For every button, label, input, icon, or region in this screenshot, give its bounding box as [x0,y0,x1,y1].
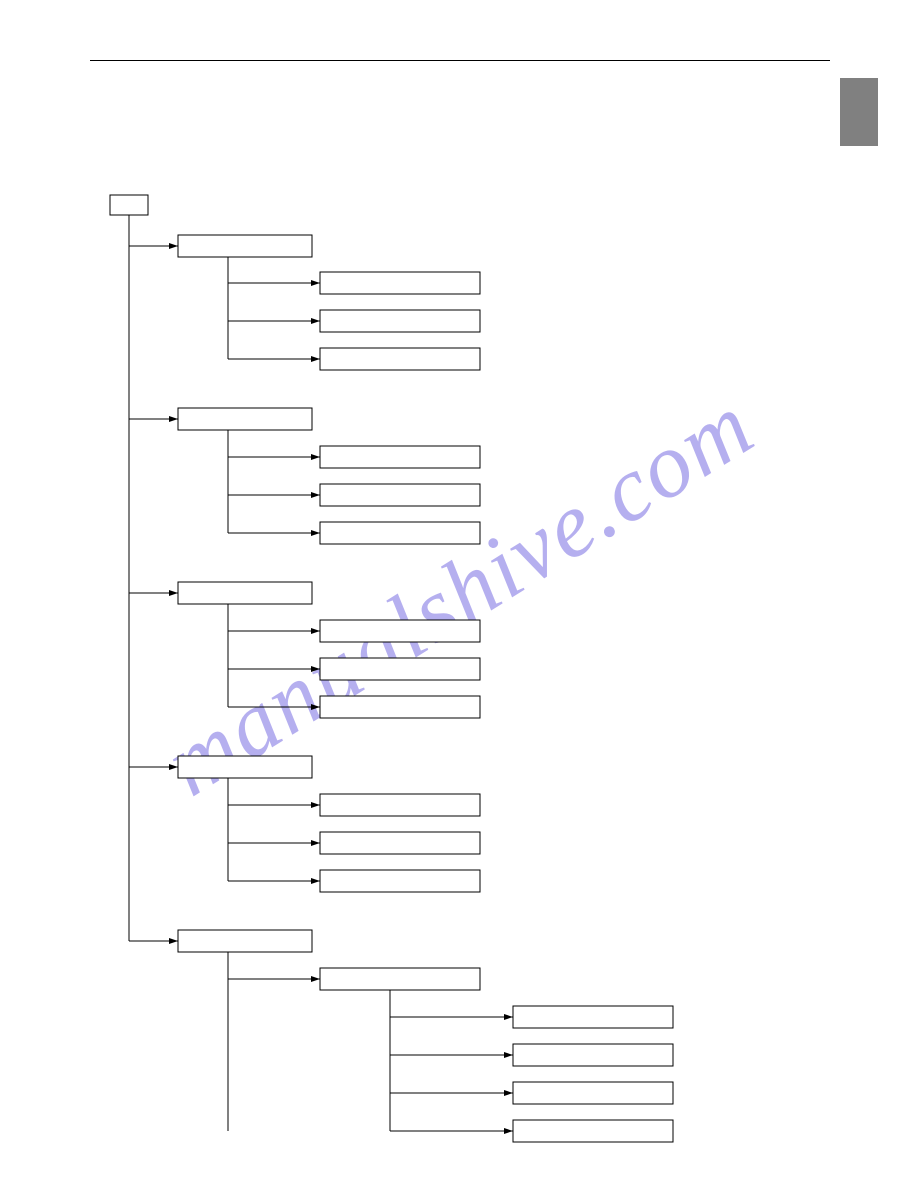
leaf-box-1-0 [320,446,480,468]
leaf-box-2-1 [320,658,480,680]
subleaf-box-4-0 [513,1006,673,1028]
leaf-box-2-2 [320,696,480,718]
branch-box-3 [178,756,312,778]
leaf-box-3-2 [320,870,480,892]
leaf-box-0-0 [320,272,480,294]
leaf-box-3-1 [320,832,480,854]
subleaf-box-4-2 [513,1082,673,1104]
branch-box-4 [178,930,312,952]
branch-box-0 [178,235,312,257]
leaf-box-1-1 [320,484,480,506]
tree-diagram [0,0,918,1188]
subleaf-box-4-3 [513,1120,673,1142]
leaf-box-3-0 [320,794,480,816]
leaf-box-0-1 [320,310,480,332]
leaf-box-0-2 [320,348,480,370]
root-box [110,195,148,215]
sub-box-4 [320,968,480,990]
leaf-box-2-0 [320,620,480,642]
subleaf-box-4-1 [513,1044,673,1066]
leaf-box-1-2 [320,522,480,544]
branch-box-2 [178,582,312,604]
branch-box-1 [178,408,312,430]
page: manualshive.com [0,0,918,1188]
